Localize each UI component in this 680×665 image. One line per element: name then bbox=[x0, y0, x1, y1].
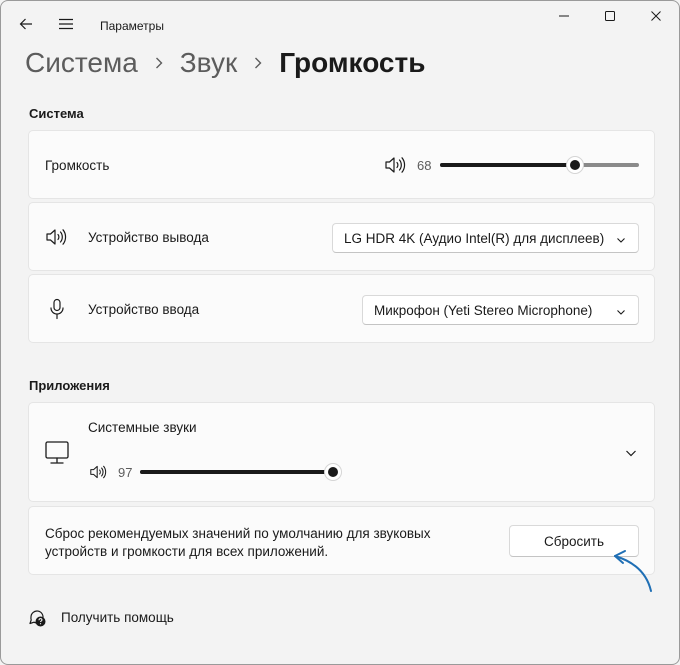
system-sounds-slider[interactable] bbox=[140, 463, 342, 481]
breadcrumb-item-sound[interactable]: Звук bbox=[180, 47, 237, 79]
breadcrumb: Система Звук Громкость bbox=[25, 47, 425, 79]
maximize-button[interactable] bbox=[587, 1, 633, 35]
system-sounds-value: 97 bbox=[118, 465, 133, 480]
chevron-right-icon bbox=[253, 56, 263, 70]
minimize-button[interactable] bbox=[541, 1, 587, 35]
input-device-card: Устройство ввода Микрофон (Yeti Stereo M… bbox=[28, 274, 655, 343]
settings-window: Параметры Система Звук Громкость Система… bbox=[0, 0, 680, 665]
close-button[interactable] bbox=[633, 1, 679, 35]
speaker-icon[interactable] bbox=[89, 464, 107, 480]
reset-description-line2: устройств и громкости для всех приложени… bbox=[45, 544, 329, 559]
reset-description-line1: Сброс рекомендуемых значений по умолчани… bbox=[45, 526, 431, 541]
maximize-icon bbox=[604, 9, 616, 27]
breadcrumb-item-system[interactable]: Система bbox=[25, 47, 138, 79]
reset-description: Сброс рекомендуемых значений по умолчани… bbox=[45, 525, 430, 561]
input-device-selected: Микрофон (Yeti Stereo Microphone) bbox=[374, 302, 593, 318]
chevron-down-icon bbox=[616, 233, 626, 248]
back-button[interactable] bbox=[11, 11, 41, 41]
hamburger-menu-icon bbox=[58, 17, 74, 35]
help-chat-icon[interactable] bbox=[27, 608, 47, 628]
volume-value: 68 bbox=[417, 158, 432, 173]
section-title-apps: Приложения bbox=[29, 378, 110, 393]
output-device-dropdown[interactable]: LG HDR 4K (Аудио Intel(R) для дисплеев) bbox=[332, 223, 639, 253]
section-title-system: Система bbox=[29, 106, 84, 121]
minimize-icon bbox=[558, 9, 570, 27]
speaker-icon bbox=[45, 227, 67, 247]
volume-card: Громкость 68 bbox=[28, 130, 655, 199]
title-bar: Параметры bbox=[1, 1, 679, 49]
menu-button[interactable] bbox=[51, 11, 81, 41]
system-sounds-label: Системные звуки bbox=[88, 420, 197, 435]
volume-slider-fill bbox=[440, 163, 575, 167]
output-device-selected: LG HDR 4K (Аудио Intel(R) для дисплеев) bbox=[344, 230, 605, 246]
system-sounds-card[interactable]: Системные звуки 97 bbox=[28, 402, 655, 502]
input-device-label: Устройство ввода bbox=[88, 302, 200, 317]
system-sounds-slider-thumb[interactable] bbox=[324, 463, 342, 481]
output-device-card: Устройство вывода LG HDR 4K (Аудио Intel… bbox=[28, 202, 655, 271]
speaker-icon[interactable] bbox=[384, 155, 406, 175]
monitor-icon bbox=[44, 440, 70, 466]
chevron-down-icon[interactable] bbox=[625, 447, 637, 459]
output-device-label: Устройство вывода bbox=[88, 230, 209, 245]
reset-card: Сброс рекомендуемых значений по умолчани… bbox=[28, 506, 655, 575]
help-link[interactable]: Получить помощь bbox=[61, 610, 174, 625]
annotation-arrow bbox=[614, 550, 652, 592]
app-title: Параметры bbox=[100, 19, 164, 33]
volume-label: Громкость bbox=[45, 158, 110, 173]
microphone-icon bbox=[49, 298, 65, 320]
volume-slider-thumb[interactable] bbox=[566, 156, 584, 174]
page-title: Громкость bbox=[279, 47, 426, 78]
chevron-down-icon bbox=[616, 305, 626, 320]
close-icon bbox=[650, 9, 662, 27]
system-sounds-slider-fill bbox=[140, 470, 333, 474]
input-device-dropdown[interactable]: Микрофон (Yeti Stereo Microphone) bbox=[362, 295, 639, 325]
chevron-right-icon bbox=[154, 56, 164, 70]
back-arrow-icon bbox=[19, 17, 33, 36]
volume-slider[interactable] bbox=[440, 156, 639, 174]
